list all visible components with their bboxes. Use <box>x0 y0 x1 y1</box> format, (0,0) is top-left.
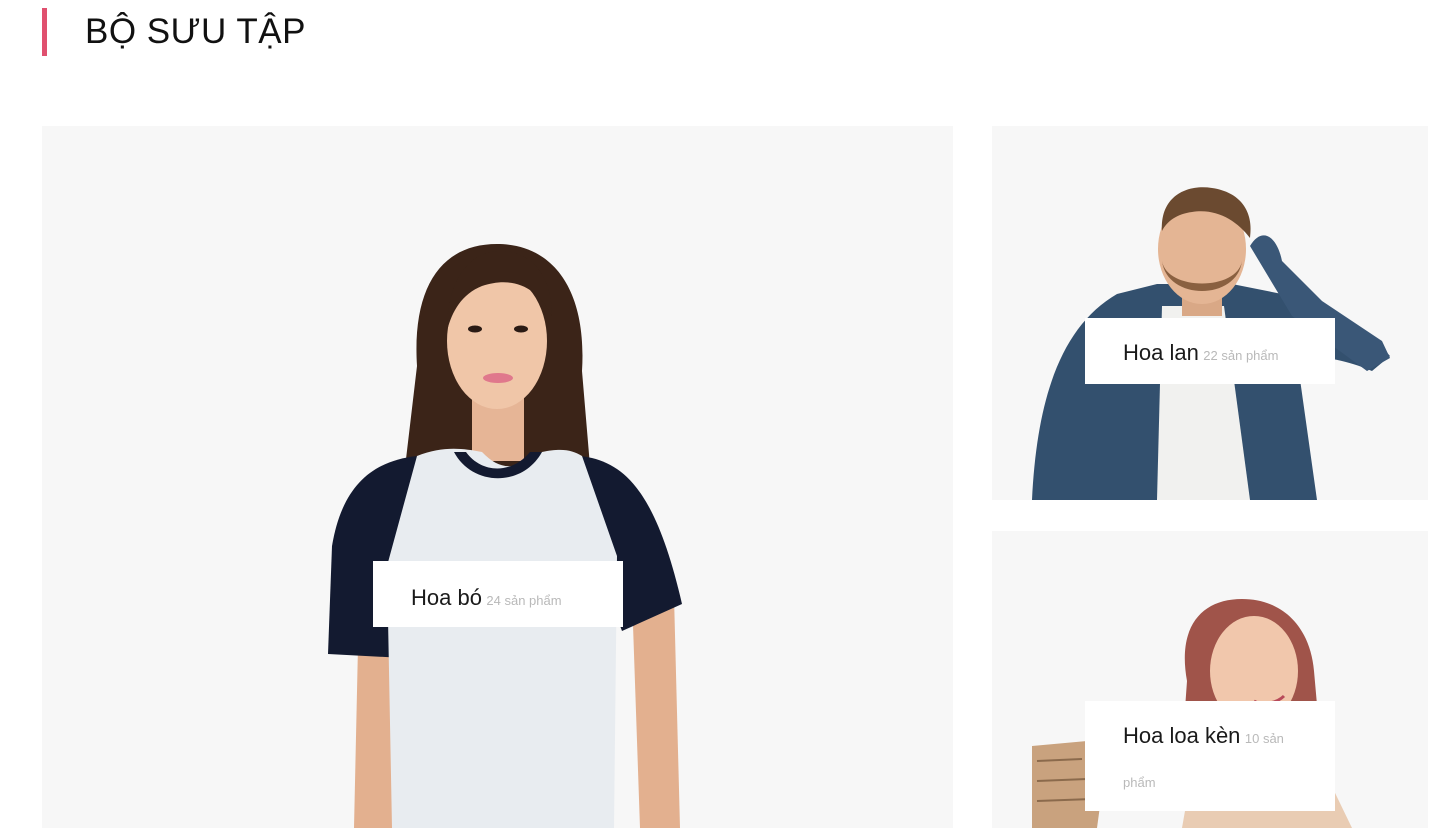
collection-name[interactable]: Hoa bó <box>411 585 482 610</box>
title-accent-bar <box>42 8 47 56</box>
collection-name[interactable]: Hoa loa kèn <box>1123 723 1240 748</box>
collection-count: 22 sản phẩm <box>1203 348 1279 363</box>
collection-card-hoa-loa-ken[interactable]: Hoa loa kèn 10 sản phẩm <box>992 531 1428 828</box>
collection-card-hoa-lan[interactable]: Hoa lan 22 sản phẩm <box>992 126 1428 500</box>
collection-count: 24 sản phẩm <box>486 593 562 608</box>
collection-name[interactable]: Hoa lan <box>1123 340 1199 365</box>
collection-label[interactable]: Hoa bó 24 sản phẩm <box>373 561 623 627</box>
collection-photo-woman-tshirt <box>328 244 682 828</box>
section-title: BỘ SƯU TẬP <box>85 12 306 51</box>
collection-label[interactable]: Hoa loa kèn 10 sản phẩm <box>1085 701 1335 811</box>
collection-photo-man-denim <box>1032 187 1390 500</box>
collection-label[interactable]: Hoa lan 22 sản phẩm <box>1085 318 1335 384</box>
collection-card-hoa-bo[interactable]: Hoa bó 24 sản phẩm <box>42 126 953 828</box>
